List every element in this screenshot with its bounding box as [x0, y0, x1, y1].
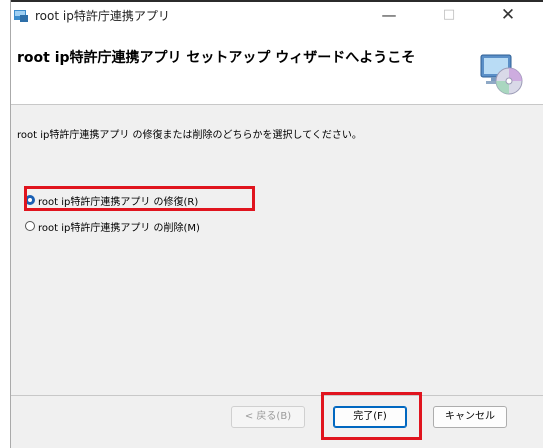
- window-title: root ip特許庁連携アプリ: [35, 9, 170, 23]
- instruction-text: root ip特許庁連携アプリ の修復または削除のどちらかを選択してください。: [17, 130, 362, 141]
- maximize-button[interactable]: □: [429, 2, 469, 28]
- wizard-title: root ip特許庁連携アプリ セットアップ ウィザードへようこそ: [17, 50, 416, 66]
- remove-radio[interactable]: [25, 221, 35, 231]
- app-icon: [14, 7, 28, 22]
- title-bar[interactable]: root ip特許庁連携アプリ — □ ✕: [11, 0, 543, 28]
- remove-option[interactable]: root ip特許庁連携アプリ の削除(M): [25, 217, 200, 235]
- remove-option-label: root ip特許庁連携アプリ の削除(M): [38, 222, 200, 234]
- setup-wizard-window: root ip特許庁連携アプリ — □ ✕ root ip特許庁連携アプリ セッ…: [10, 0, 543, 448]
- finish-button-highlight: [321, 392, 422, 440]
- back-button[interactable]: < 戻る(B): [231, 406, 305, 428]
- minimize-button[interactable]: —: [369, 2, 409, 28]
- cancel-button[interactable]: キャンセル: [433, 406, 507, 428]
- repair-option-highlight: [24, 186, 255, 211]
- close-button[interactable]: ✕: [488, 2, 528, 28]
- wizard-header: root ip特許庁連携アプリ セットアップ ウィザードへようこそ: [11, 28, 543, 105]
- footer-divider: [11, 395, 543, 396]
- installer-disc-icon: [477, 49, 525, 97]
